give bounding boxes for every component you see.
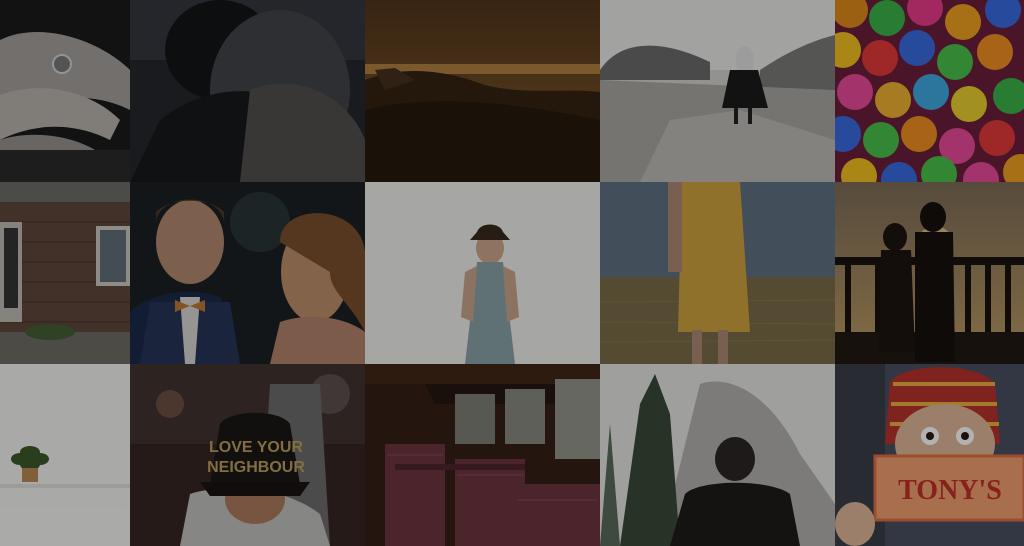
photo-sunset-hills[interactable] [365, 0, 600, 182]
photo-child-chocolate[interactable]: TONY'S [835, 364, 1024, 546]
photo-plant-shelf[interactable] [0, 364, 130, 546]
photo-hand-ring[interactable] [0, 0, 130, 182]
cap-text-line2: NEIGHBOUR [207, 459, 305, 476]
photo-gumballs[interactable] [835, 0, 1024, 182]
photo-balcony-sunset[interactable] [835, 182, 1024, 364]
photo-train-interior[interactable] [365, 364, 600, 546]
photo-man-mountain[interactable] [600, 364, 835, 546]
photo-man-cap[interactable]: LOVE YOUR NEIGHBOUR [130, 364, 365, 546]
photo-grid: LOVE YOUR NEIGHBOUR TONY'S [0, 0, 1024, 546]
photo-shore-walk[interactable] [600, 0, 835, 182]
photo-wedding-couple[interactable] [130, 182, 365, 364]
photo-woman-hat[interactable] [365, 182, 600, 364]
cap-text-line1: LOVE YOUR [209, 439, 303, 456]
photo-brick-house[interactable] [0, 182, 130, 364]
photo-couple-embracing[interactable] [130, 0, 365, 182]
photo-yellow-dress[interactable] [600, 182, 835, 364]
chocolate-bar-text: TONY'S [898, 475, 1002, 506]
